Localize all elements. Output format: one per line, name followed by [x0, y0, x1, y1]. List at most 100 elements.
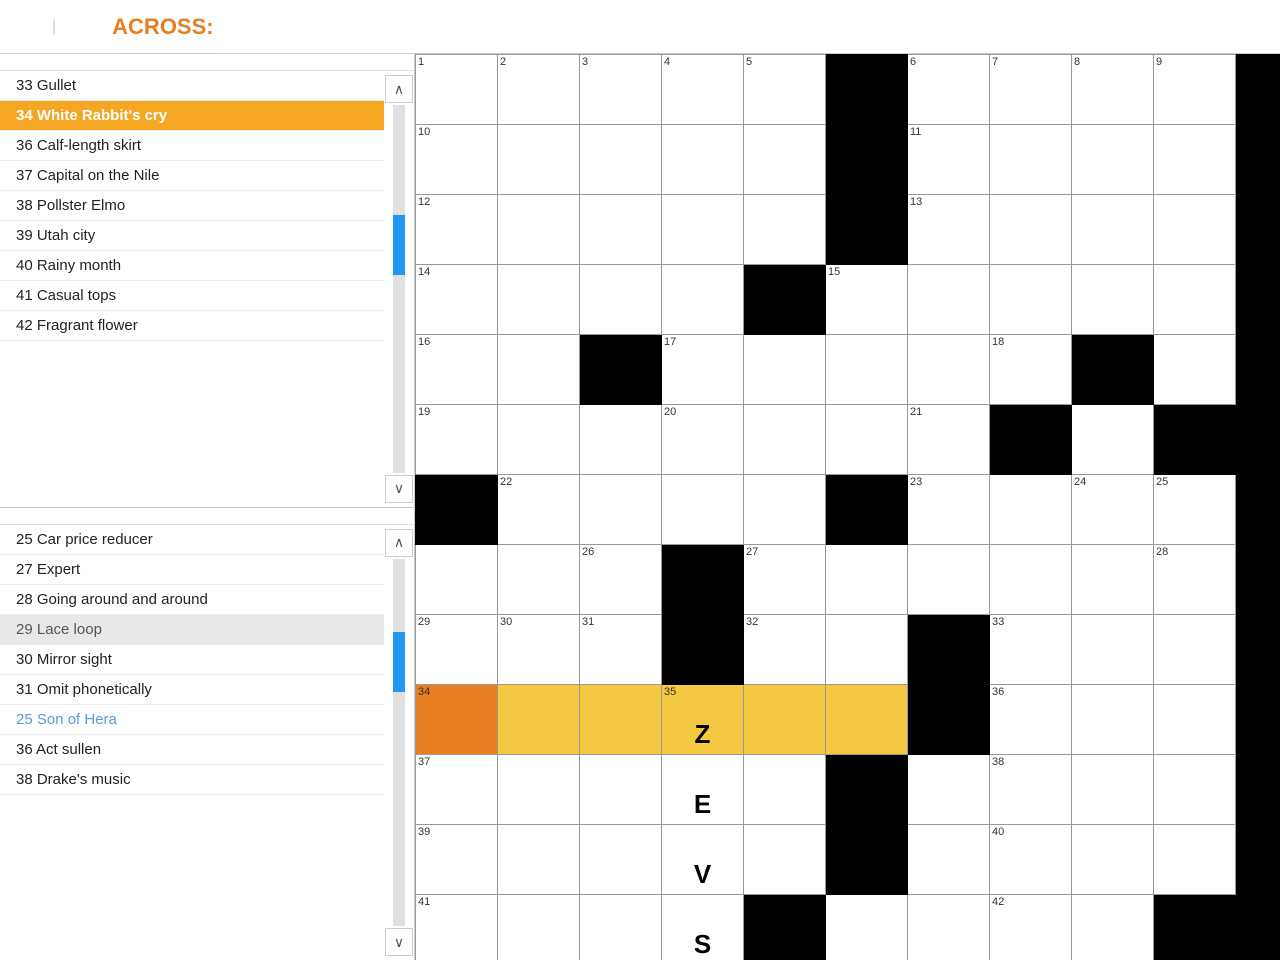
grid-cell[interactable] — [498, 685, 580, 755]
grid-cell[interactable] — [744, 685, 826, 755]
grid-cell[interactable] — [580, 755, 662, 825]
across-scroll-down[interactable]: ∨ — [385, 475, 413, 503]
grid-cell[interactable] — [580, 825, 662, 895]
clue-item[interactable]: 27 Expert — [0, 555, 384, 585]
down-scroll-up[interactable]: ∧ — [385, 529, 413, 557]
grid-cell[interactable]: 34 — [416, 685, 498, 755]
grid-cell[interactable] — [416, 545, 498, 615]
grid-cell[interactable] — [744, 755, 826, 825]
grid-cell[interactable] — [826, 615, 908, 685]
grid-cell[interactable] — [1154, 755, 1236, 825]
clue-item[interactable]: 29 Lace loop — [0, 615, 384, 645]
grid-cell[interactable]: 38 — [990, 755, 1072, 825]
grid-cell[interactable] — [826, 895, 908, 960]
grid-cell[interactable] — [990, 545, 1072, 615]
grid-cell[interactable]: 19 — [416, 405, 498, 475]
grid-cell[interactable]: 41 — [416, 895, 498, 960]
grid-cell[interactable]: 1 — [416, 55, 498, 125]
grid-cell[interactable]: 29 — [416, 615, 498, 685]
grid-cell[interactable] — [498, 265, 580, 335]
grid-cell[interactable] — [498, 895, 580, 960]
grid-cell[interactable]: 3 — [580, 55, 662, 125]
clue-item[interactable]: 37 Capital on the Nile — [0, 161, 384, 191]
grid-cell[interactable] — [826, 545, 908, 615]
grid-cell[interactable] — [826, 685, 908, 755]
clue-item[interactable]: 33 Gullet — [0, 71, 384, 101]
clue-item[interactable]: 41 Casual tops — [0, 281, 384, 311]
grid-cell[interactable] — [990, 265, 1072, 335]
grid-cell[interactable] — [908, 265, 990, 335]
grid-cell[interactable] — [580, 475, 662, 545]
grid-cell[interactable] — [744, 405, 826, 475]
grid-cell[interactable] — [744, 125, 826, 195]
grid-cell[interactable]: 17 — [662, 335, 744, 405]
grid-cell[interactable] — [826, 405, 908, 475]
clue-item[interactable]: 38 Pollster Elmo — [0, 191, 384, 221]
grid-cell[interactable] — [990, 195, 1072, 265]
grid-cell[interactable] — [498, 825, 580, 895]
grid-cell[interactable] — [1072, 265, 1154, 335]
grid-cell[interactable] — [744, 825, 826, 895]
grid-cell[interactable]: E — [662, 755, 744, 825]
grid-cell[interactable]: V — [662, 825, 744, 895]
grid-cell[interactable]: 16 — [416, 335, 498, 405]
clue-item[interactable]: 25 Car price reducer — [0, 525, 384, 555]
grid-cell[interactable] — [744, 335, 826, 405]
grid-cell[interactable]: 20 — [662, 405, 744, 475]
grid-cell[interactable]: 12 — [416, 195, 498, 265]
grid-cell[interactable] — [1072, 125, 1154, 195]
grid-cell[interactable]: 10 — [416, 125, 498, 195]
grid-cell[interactable] — [1154, 685, 1236, 755]
grid-cell[interactable]: 15 — [826, 265, 908, 335]
grid-cell[interactable] — [744, 475, 826, 545]
grid-cell[interactable]: S — [662, 895, 744, 960]
grid-cell[interactable] — [580, 195, 662, 265]
grid-cell[interactable] — [1072, 825, 1154, 895]
grid-cell[interactable]: 37 — [416, 755, 498, 825]
grid-cell[interactable] — [662, 195, 744, 265]
grid-cell[interactable] — [908, 545, 990, 615]
grid-cell[interactable]: 21 — [908, 405, 990, 475]
grid-cell[interactable]: 4 — [662, 55, 744, 125]
grid-cell[interactable]: 13 — [908, 195, 990, 265]
grid-cell[interactable]: 40 — [990, 825, 1072, 895]
grid-cell[interactable]: 32 — [744, 615, 826, 685]
grid-cell[interactable]: 27 — [744, 545, 826, 615]
grid-cell[interactable]: 6 — [908, 55, 990, 125]
grid-cell[interactable] — [908, 335, 990, 405]
clue-item[interactable]: 25 Son of Hera — [0, 705, 384, 735]
grid-cell[interactable]: 25 — [1154, 475, 1236, 545]
grid-cell[interactable] — [498, 335, 580, 405]
grid-cell[interactable]: 5 — [744, 55, 826, 125]
clue-item[interactable]: 30 Mirror sight — [0, 645, 384, 675]
clue-item[interactable]: 38 Drake's music — [0, 765, 384, 795]
grid-cell[interactable]: 23 — [908, 475, 990, 545]
grid-cell[interactable] — [990, 125, 1072, 195]
grid-cell[interactable] — [1154, 335, 1236, 405]
grid-cell[interactable] — [1072, 405, 1154, 475]
grid-cell[interactable]: 39 — [416, 825, 498, 895]
grid-cell[interactable] — [1072, 615, 1154, 685]
grid-cell[interactable]: 11 — [908, 125, 990, 195]
grid-cell[interactable] — [744, 195, 826, 265]
grid-cell[interactable] — [908, 825, 990, 895]
grid-cell[interactable] — [1072, 895, 1154, 960]
grid-cell[interactable] — [1072, 545, 1154, 615]
grid-cell[interactable] — [580, 125, 662, 195]
clue-item[interactable]: 36 Act sullen — [0, 735, 384, 765]
grid-cell[interactable] — [498, 405, 580, 475]
grid-cell[interactable]: 9 — [1154, 55, 1236, 125]
grid-cell[interactable] — [662, 125, 744, 195]
grid-cell[interactable] — [662, 265, 744, 335]
grid-cell[interactable] — [1154, 825, 1236, 895]
grid-cell[interactable]: 8 — [1072, 55, 1154, 125]
grid-cell[interactable] — [580, 685, 662, 755]
grid-cell[interactable] — [498, 545, 580, 615]
clue-item[interactable]: 31 Omit phonetically — [0, 675, 384, 705]
grid-cell[interactable] — [1072, 755, 1154, 825]
grid-cell[interactable]: 36 — [990, 685, 1072, 755]
clue-item[interactable]: 40 Rainy month — [0, 251, 384, 281]
grid-cell[interactable] — [580, 405, 662, 475]
grid-cell[interactable] — [662, 475, 744, 545]
grid-cell[interactable]: 35Z — [662, 685, 744, 755]
